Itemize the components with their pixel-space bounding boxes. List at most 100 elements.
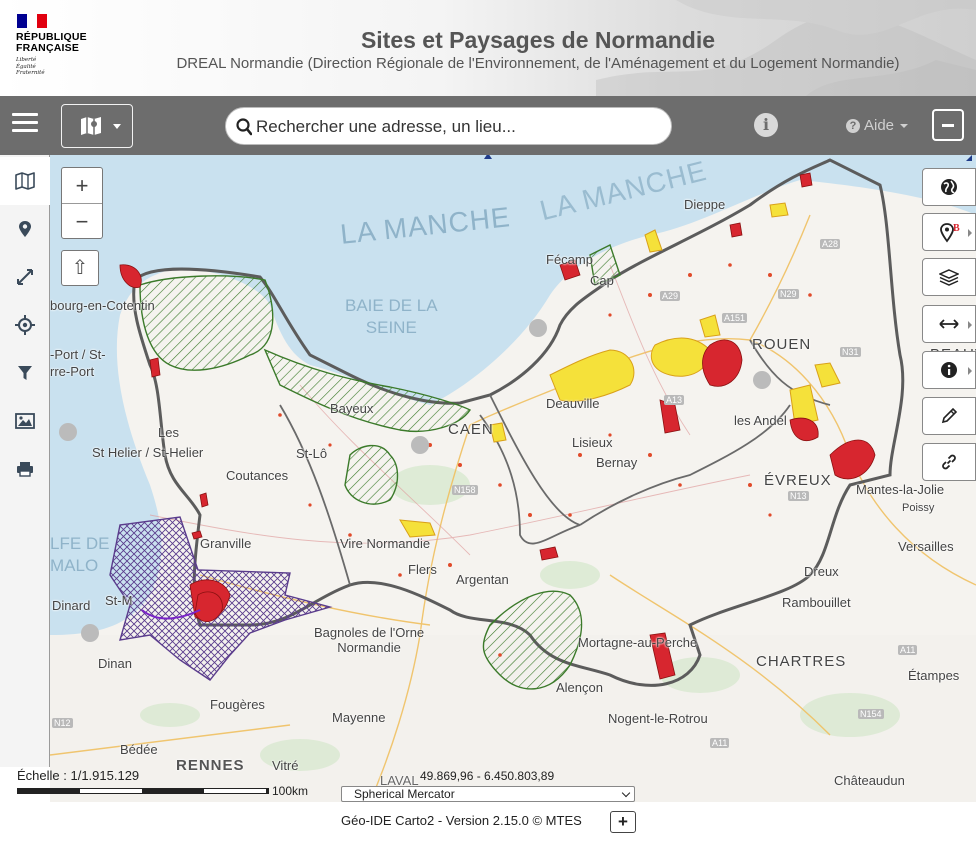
zoom-control: + − (61, 167, 103, 239)
city-label: -Port / St- (50, 347, 106, 362)
road-label: N154 (858, 709, 884, 719)
print-icon (17, 462, 33, 477)
hamburger-icon (12, 113, 38, 116)
city-label-bagnoles: Bagnoles de l'Orne Normandie (314, 625, 425, 655)
city-label: rre-Port (50, 364, 95, 379)
scale-label: Échelle : 1/1.915.129 (17, 768, 140, 783)
road-label: N31 (840, 347, 861, 357)
road-label: N29 (778, 289, 799, 299)
road-label: A29 (660, 291, 681, 301)
expand-footer-button[interactable]: + (610, 811, 636, 833)
city-label: Les (158, 425, 179, 440)
search-bar[interactable] (225, 107, 672, 145)
city-label: Rambouillet (782, 595, 851, 610)
site-hatched-green-bocage (344, 444, 399, 505)
chevron-down-icon (900, 123, 909, 128)
search-icon (236, 118, 252, 136)
city-label: Argentan (456, 572, 509, 587)
road-label: A13 (664, 395, 685, 405)
layers-tool-button[interactable] (922, 258, 976, 296)
road-label: N12 (52, 718, 73, 728)
left-sidebar (0, 155, 50, 767)
question-icon: ? (846, 118, 860, 133)
chevron-right-icon (968, 367, 972, 375)
city-label: Dreux (804, 564, 839, 579)
city-label-rouen: ROUEN (752, 336, 812, 353)
zoom-to-extent-button[interactable]: ⇧ (61, 250, 99, 286)
city-label: Lisieux (572, 435, 613, 450)
info-icon (941, 362, 957, 378)
city-label: Granville (200, 536, 252, 551)
info-button[interactable]: i (754, 113, 778, 137)
city-label-rennes: RENNES (176, 757, 245, 774)
basemap-svg (50, 155, 976, 802)
bookmark-pin-icon: B (940, 223, 960, 243)
map-selector-button[interactable] (61, 104, 133, 148)
sidebar-item-location[interactable] (0, 205, 50, 253)
bookmark-tool-button[interactable]: B (922, 213, 976, 251)
sea-label-baie-seine: BAIE DE LA SEINE (345, 296, 438, 337)
version-label: Géo-IDE Carto2 - Version 2.15.0 © MTES (341, 813, 582, 828)
globe-tool-button[interactable] (922, 168, 976, 206)
road-label: A11 (898, 645, 918, 655)
info-tool-button[interactable] (922, 351, 976, 389)
sidebar-item-image-export[interactable] (0, 397, 50, 445)
folded-map-icon (81, 117, 101, 135)
city-label: Deauville (546, 396, 600, 411)
city-label: bourg-en-Cotentin (50, 298, 155, 313)
layers-icon (939, 269, 959, 286)
sidebar-item-locate[interactable] (0, 301, 50, 349)
main-toolbar: i ? Aide (0, 96, 976, 155)
filter-icon (18, 366, 32, 380)
city-label: St-Lô (296, 446, 328, 461)
page-title: Sites et Paysages de Normandie (360, 27, 716, 53)
map-icon (15, 172, 35, 190)
tricolor-flag-icon (17, 14, 47, 28)
help-label: Aide (864, 117, 895, 134)
city-label: Flers (408, 562, 437, 577)
svg-text:B: B (953, 223, 960, 234)
globe-icon (941, 179, 957, 195)
site-hatched-green-cotentin (139, 275, 274, 371)
city-label: Coutances (226, 468, 289, 483)
city-label: Dinard (52, 598, 91, 613)
collapse-header-button[interactable] (932, 109, 964, 141)
location-pin-icon (19, 221, 31, 237)
site-header: RÉPUBLIQUE FRANÇAISE Liberté Égalité Fra… (0, 0, 976, 96)
sidebar-item-map[interactable] (0, 157, 50, 205)
share-link-button[interactable] (922, 443, 976, 481)
sidebar-item-fullscreen[interactable] (0, 253, 50, 301)
sidebar-item-print[interactable] (0, 445, 50, 493)
city-label: Dieppe (684, 197, 726, 212)
hamburger-menu-button[interactable] (12, 113, 38, 135)
chevron-right-icon (968, 321, 972, 329)
link-icon (942, 454, 956, 470)
sidebar-item-filter[interactable] (0, 349, 50, 397)
projection-select[interactable]: Spherical Mercator (341, 786, 635, 802)
measure-icon (939, 319, 959, 329)
city-label: Versailles (898, 539, 954, 554)
zoom-in-button[interactable]: + (62, 168, 102, 203)
map-canvas[interactable]: LA MANCHE LA MANCHE BAIE DE LA SEINE LFE … (50, 155, 976, 802)
site-yellow-deauville (549, 349, 635, 402)
city-label: Mayenne (332, 710, 386, 725)
city-label: St-M (105, 593, 133, 608)
draw-tool-button[interactable] (922, 397, 976, 435)
city-label: Alençon (556, 680, 603, 695)
page-subtitle: DREAL Normandie (Direction Régionale de … (176, 55, 900, 72)
mouse-coordinates: 49.869,96 - 6.450.803,89 (420, 769, 555, 783)
city-label-caen: CAEN (448, 421, 494, 438)
chevron-down-icon (113, 124, 121, 129)
search-input[interactable] (256, 115, 656, 139)
scale-unit: 100km (272, 784, 309, 798)
city-label: St Helier / St-Helier (92, 445, 204, 460)
crosshair-icon (15, 315, 35, 335)
help-menu-button[interactable]: ? Aide (846, 117, 909, 134)
zoom-out-button[interactable]: − (62, 203, 102, 238)
city-label: Châteaudun (834, 773, 905, 788)
city-label: Dinan (98, 656, 132, 671)
city-label: Mantes-la-Jolie (856, 482, 945, 497)
measure-tool-button[interactable] (922, 305, 976, 343)
scale-bar (17, 788, 269, 794)
sea-label-golfe-stmalo: LFE DE MALO (50, 534, 110, 575)
